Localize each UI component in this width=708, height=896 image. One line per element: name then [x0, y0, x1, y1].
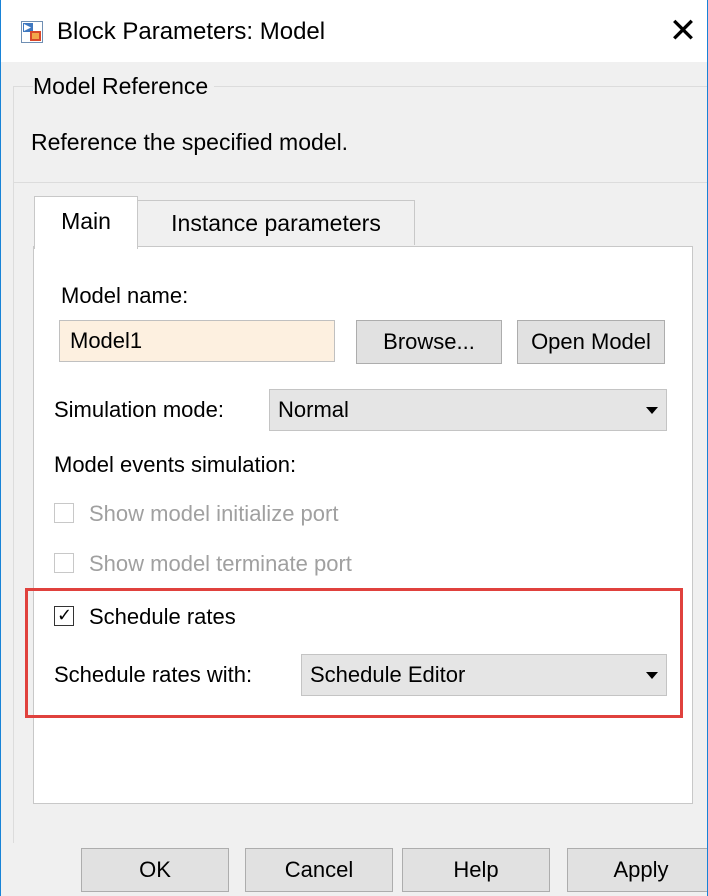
checkmark-icon: ✓: [57, 605, 73, 626]
title-bar: Block Parameters: Model ✕: [1, 0, 707, 62]
close-icon[interactable]: ✕: [665, 14, 701, 50]
block-parameters-dialog: Block Parameters: Model ✕ Model Referenc…: [0, 0, 708, 896]
show-terminate-checkbox[interactable]: [54, 553, 74, 573]
model-name-label: Model name:: [61, 283, 189, 308]
window-title: Block Parameters: Model: [57, 18, 326, 45]
simulation-mode-label: Simulation mode:: [54, 397, 224, 422]
schedule-rates-with-label: Schedule rates with:: [54, 662, 253, 687]
show-initialize-label: Show model initialize port: [89, 501, 339, 526]
schedule-rates-label: Schedule rates: [89, 604, 236, 629]
tab-instance-parameters[interactable]: Instance parameters: [137, 200, 415, 245]
help-button[interactable]: Help: [402, 848, 550, 892]
browse-button[interactable]: Browse...: [356, 320, 502, 364]
show-terminate-label: Show model terminate port: [89, 551, 352, 576]
open-model-button[interactable]: Open Model: [517, 320, 665, 364]
cancel-button[interactable]: Cancel: [245, 848, 393, 892]
group-description: Reference the specified model.: [31, 129, 349, 155]
group-title: Model Reference: [33, 72, 215, 100]
schedule-rates-with-value: Schedule Editor: [310, 662, 466, 687]
schedule-rates-checkbox[interactable]: ✓: [54, 606, 74, 626]
simulation-mode-value: Normal: [278, 397, 349, 422]
model-events-label: Model events simulation:: [54, 452, 297, 477]
ok-button[interactable]: OK: [81, 848, 229, 892]
chevron-down-icon: [646, 407, 658, 414]
schedule-rates-with-select[interactable]: Schedule Editor: [301, 654, 667, 696]
apply-button[interactable]: Apply: [567, 848, 707, 892]
chevron-down-icon: [646, 672, 658, 679]
model-block-icon: [21, 21, 43, 43]
model-name-field[interactable]: Model1: [59, 320, 335, 362]
simulation-mode-select[interactable]: Normal: [269, 389, 667, 431]
show-initialize-checkbox[interactable]: [54, 503, 74, 523]
tab-main[interactable]: Main: [34, 196, 138, 249]
